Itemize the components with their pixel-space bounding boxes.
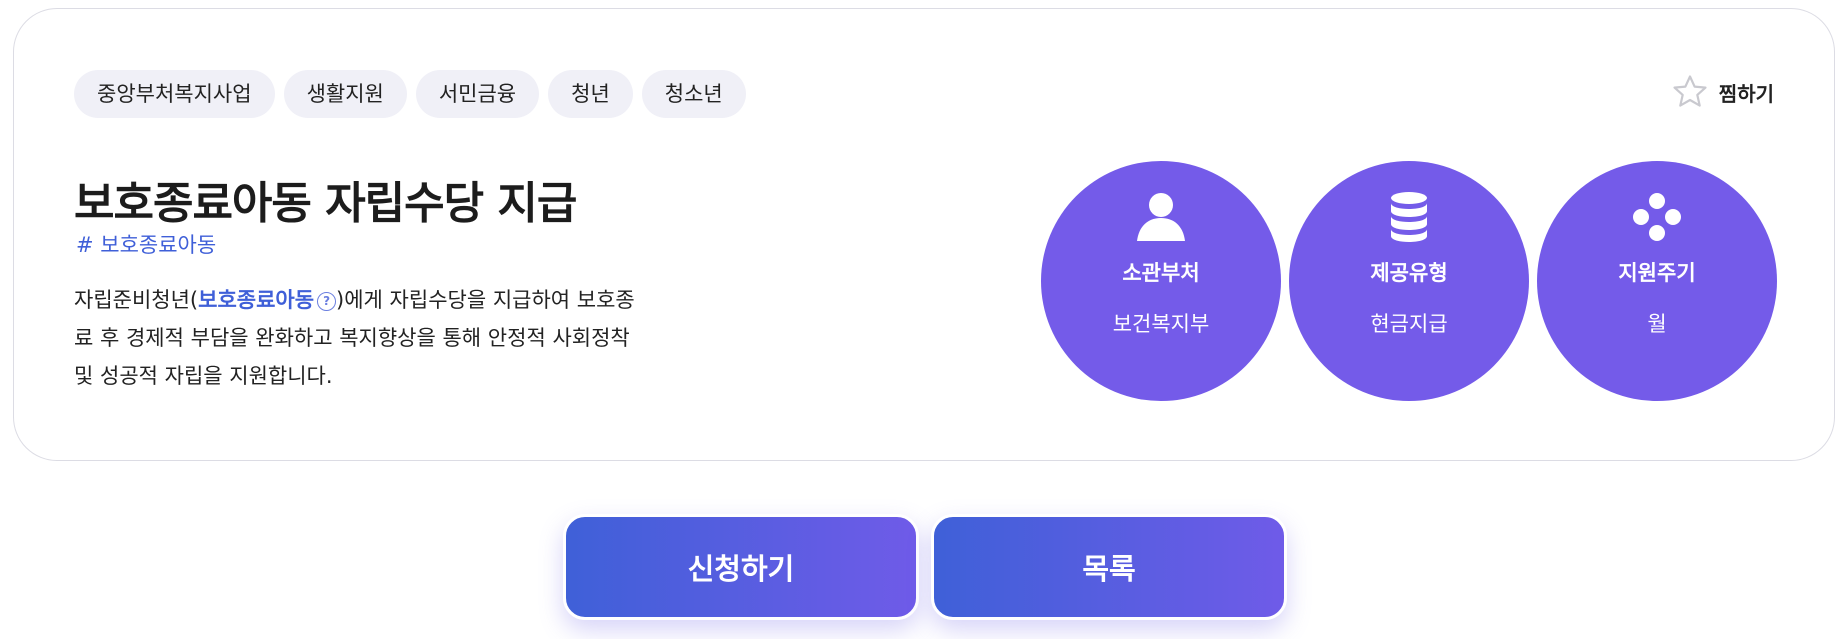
star-outline-icon <box>1671 73 1709 111</box>
info-circle-department: 소관부처 보건복지부 <box>1041 161 1281 401</box>
description-text-before: 자립준비청년( <box>74 288 199 312</box>
info-circle-label: 소관부처 <box>1122 261 1200 285</box>
info-circle-value: 현금지급 <box>1370 312 1448 336</box>
info-circle-support-cycle: 지원주기 월 <box>1537 161 1777 401</box>
info-circles: 소관부처 보건복지부 제공유형 현금지급 지원주기 월 <box>1041 161 1777 401</box>
help-icon[interactable]: ? <box>317 292 337 311</box>
bookmark-button[interactable]: 찜하기 <box>1671 73 1774 111</box>
page-title: 보호종료아동 자립수당 지급 <box>74 178 577 229</box>
info-circle-value: 월 <box>1647 312 1667 336</box>
bookmark-label: 찜하기 <box>1718 81 1774 106</box>
four-dots-icon <box>1537 189 1777 245</box>
info-circle-provision-type: 제공유형 현금지급 <box>1289 161 1529 401</box>
tag[interactable]: 청소년 <box>641 70 746 118</box>
list-button[interactable]: 목록 <box>931 514 1287 620</box>
apply-button[interactable]: 신청하기 <box>563 514 919 620</box>
glossary-term-link[interactable]: 보호종료아동 <box>198 288 314 312</box>
tag-list: 중앙부처복지사업 생활지원 서민금융 청년 청소년 <box>74 70 746 118</box>
info-circle-label: 제공유형 <box>1370 261 1448 285</box>
person-icon <box>1041 189 1281 245</box>
tag[interactable]: 생활지원 <box>283 70 407 118</box>
tag[interactable]: 서민금융 <box>415 70 540 118</box>
tag[interactable]: 청년 <box>548 70 633 118</box>
database-stack-icon <box>1289 189 1529 245</box>
info-circle-value: 보건복지부 <box>1112 312 1210 336</box>
info-circle-label: 지원주기 <box>1618 261 1696 285</box>
hashtag[interactable]: # 보호종료아동 <box>76 229 216 259</box>
description: 자립준비청년(보호종료아동?)에게 자립수당을 지급하여 보호종료 후 경제적 … <box>74 281 654 395</box>
policy-detail-card: 중앙부처복지사업 생활지원 서민금융 청년 청소년 찜하기 보호종료아동 자립수… <box>13 8 1835 461</box>
tag[interactable]: 중앙부처복지사업 <box>74 70 275 118</box>
